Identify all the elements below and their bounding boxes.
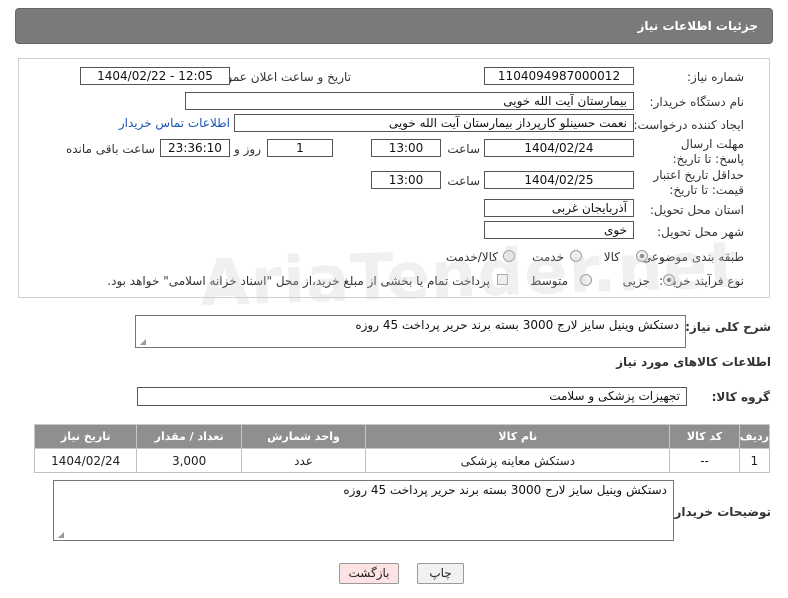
remaining-time-label: ساعت باقی مانده — [65, 142, 155, 156]
process-minor-label: جزیی — [622, 274, 650, 288]
need-number-field[interactable]: 1104094987000012 — [484, 67, 634, 85]
buyer-notes-label: توضیحات خریدار: — [669, 505, 771, 519]
deadline-date-field[interactable]: 1404/02/24 — [484, 139, 634, 157]
city-label: شهر محل تحویل: — [657, 225, 744, 239]
days-remaining-field[interactable]: 1 — [267, 139, 333, 157]
row-unit: عدد — [240, 448, 367, 473]
category-service-label: خدمت — [532, 250, 564, 264]
province-field[interactable]: آذربایجان غربی — [484, 199, 634, 217]
col-date: تاریخ نیاز — [33, 424, 138, 449]
goods-group-field[interactable]: تجهیزات پزشکی و سلامت — [137, 387, 687, 406]
row-code: -- — [669, 448, 740, 473]
col-unit: واحد شمارش — [240, 424, 367, 449]
table-row[interactable]: 1 -- دستکش معاینه پزشکی عدد 3,000 1404/0… — [33, 448, 771, 473]
row-name: دستکش معاینه پزشکی — [365, 448, 671, 473]
deadline-label: مهلت ارسال پاسخ: تا تاریخ: — [672, 137, 744, 166]
goods-table-header: ردیف کد کالا نام کالا واحد شمارش تعداد /… — [33, 424, 771, 449]
col-code: کد کالا — [669, 424, 740, 449]
buyer-contact-link[interactable]: اطلاعات تماس خریدار — [119, 116, 230, 130]
category-label: طبقه بندی موضوعی: — [637, 250, 744, 264]
need-number-label: شماره نیاز: — [687, 70, 744, 84]
buyer-org-field[interactable]: بیمارستان آیت الله خویی — [185, 92, 634, 110]
row-index: 1 — [738, 448, 771, 473]
category-goods-radio[interactable] — [636, 250, 648, 262]
province-label: استان محل تحویل: — [649, 203, 744, 217]
resize-grip-icon[interactable]: ◢ — [138, 338, 146, 346]
col-qty: تعداد / مقدار — [136, 424, 242, 449]
resize-grip-icon[interactable]: ◢ — [56, 531, 64, 539]
description-textarea[interactable]: دستکش وینیل سایز لارج 3000 بسته برند حری… — [135, 315, 686, 348]
city-field[interactable]: خوی — [484, 221, 634, 239]
goods-table: ردیف کد کالا نام کالا واحد شمارش تعداد /… — [33, 424, 771, 473]
goods-section-title: اطلاعات کالاهای مورد نیاز — [616, 355, 771, 369]
description-text: دستکش وینیل سایز لارج 3000 بسته برند حری… — [355, 318, 679, 332]
col-name: نام کالا — [365, 424, 671, 449]
process-medium-radio[interactable] — [580, 274, 592, 286]
back-button[interactable]: بازگشت — [339, 563, 399, 584]
category-goods-service-radio[interactable] — [503, 250, 515, 262]
announce-date-field[interactable]: 1404/02/22 - 12:05 — [80, 67, 230, 85]
col-index: ردیف — [738, 424, 771, 449]
category-goods-label: کالا — [603, 250, 620, 264]
validity-time-label: ساعت — [447, 174, 480, 188]
creator-field[interactable]: نعمت حسینلو کارپرداز بیمارستان آیت الله … — [234, 114, 634, 132]
page-title: جزئیات اطلاعات نیاز — [637, 19, 758, 33]
category-service-radio[interactable] — [570, 250, 582, 262]
category-goods-service-label: کالا/خدمت — [445, 250, 498, 264]
description-label: شرح کلی نیاز: — [685, 320, 771, 334]
buyer-notes-textarea[interactable]: دستکش وینیل سایز لارج 3000 بسته برند حری… — [53, 480, 674, 541]
process-medium-label: متوسط — [530, 274, 568, 288]
days-label: روز و — [234, 142, 261, 156]
page-header: جزئیات اطلاعات نیاز — [15, 8, 773, 44]
deadline-time-field[interactable]: 13:00 — [371, 139, 441, 157]
deadline-time-label: ساعت — [447, 142, 480, 156]
process-minor-radio[interactable] — [663, 274, 675, 286]
buyer-notes-text: دستکش وینیل سایز لارج 3000 بسته برند حری… — [343, 483, 667, 497]
goods-group-label: گروه کالا: — [711, 390, 770, 404]
row-date: 1404/02/24 — [33, 448, 138, 473]
validity-date-field[interactable]: 1404/02/25 — [484, 171, 634, 189]
print-button[interactable]: چاپ — [417, 563, 464, 584]
buyer-org-label: نام دستگاه خریدار: — [649, 95, 745, 109]
row-qty: 3,000 — [136, 448, 242, 473]
validity-label: حداقل تاریخ اعتبار قیمت: تا تاریخ: — [653, 168, 744, 197]
creator-label: ایجاد کننده درخواست: — [633, 118, 744, 132]
validity-time-field[interactable]: 13:00 — [371, 171, 441, 189]
treasury-payment-checkbox[interactable] — [497, 274, 508, 285]
treasury-payment-note: پرداخت تمام یا بخشی از مبلغ خرید،از محل … — [107, 274, 490, 288]
remaining-time-field[interactable]: 23:36:10 — [160, 139, 230, 157]
